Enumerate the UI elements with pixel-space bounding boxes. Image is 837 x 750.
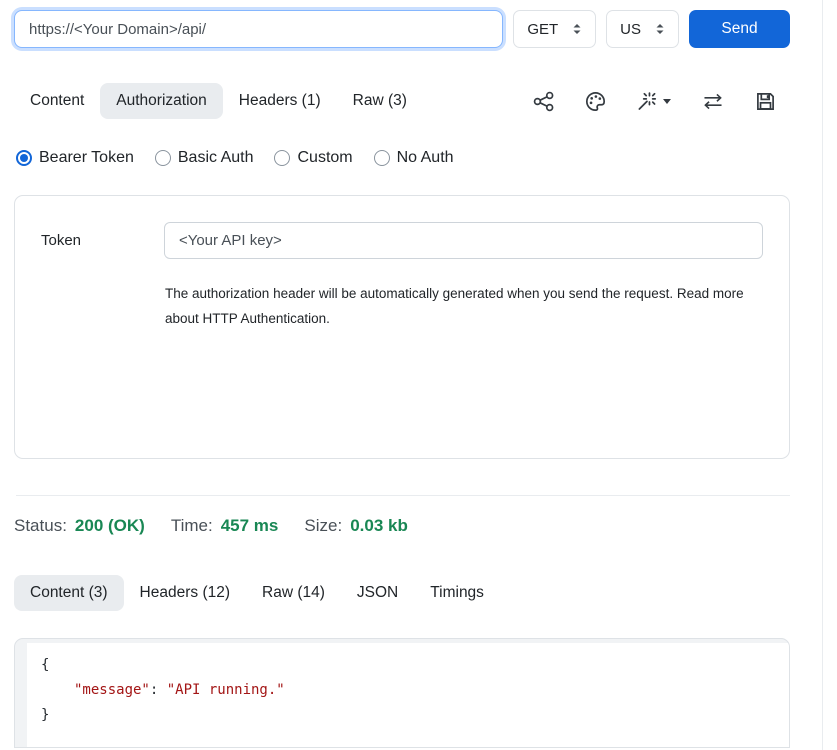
tab-response-timings[interactable]: Timings (414, 575, 500, 611)
time-label: Time: (171, 516, 213, 536)
status-item: Status: 200 (OK) (14, 516, 145, 536)
json-response: { "message": "API running." } (41, 653, 775, 728)
size-item: Size: 0.03 kb (304, 516, 407, 536)
json-key: "message" (74, 682, 150, 698)
tab-content[interactable]: Content (14, 83, 100, 119)
method-select[interactable]: GET (513, 10, 596, 48)
time-item: Time: 457 ms (171, 516, 279, 536)
tab-authorization[interactable]: Authorization (100, 83, 222, 119)
request-tabs: Content Authorization Headers (1) Raw (3… (14, 83, 423, 119)
token-help-text: The authorization header will be automat… (165, 281, 763, 331)
response-status-row: Status: 200 (OK) Time: 457 ms Size: 0.03… (0, 516, 837, 536)
time-value: 457 ms (221, 516, 279, 536)
radio-bearer-token[interactable]: Bearer Token (16, 149, 134, 167)
url-input[interactable] (14, 10, 503, 48)
radio-unselected-icon (374, 150, 390, 166)
json-value: "API running." (167, 682, 285, 698)
toolbar-icons (533, 91, 776, 112)
token-input[interactable] (164, 222, 763, 259)
radio-label: Basic Auth (178, 149, 254, 167)
region-select[interactable]: US (606, 10, 679, 48)
json-colon: : (150, 682, 167, 698)
method-select-value: GET (527, 21, 558, 38)
stepper-arrows-icon (572, 22, 582, 36)
radio-no-auth[interactable]: No Auth (374, 149, 454, 167)
save-icon[interactable] (755, 91, 776, 112)
request-bar: GET US Send (0, 0, 837, 48)
panel-edge-divider (822, 0, 823, 750)
radio-unselected-icon (274, 150, 290, 166)
status-value: 200 (OK) (75, 516, 145, 536)
json-close-brace: } (41, 707, 49, 723)
radio-basic-auth[interactable]: Basic Auth (155, 149, 254, 167)
auth-type-options: Bearer Token Basic Auth Custom No Auth (0, 149, 837, 167)
magic-wand-dropdown-icon[interactable] (637, 91, 671, 112)
status-label: Status: (14, 516, 67, 536)
json-line: "message": "API running." (41, 682, 285, 698)
response-body-block: { "message": "API running." } (14, 638, 790, 748)
region-select-value: US (620, 21, 641, 38)
radio-label: Bearer Token (39, 149, 134, 167)
response-body-code[interactable]: { "message": "API running." } (27, 643, 789, 747)
api-client-page: GET US Send Content Authorization Header… (0, 0, 837, 750)
radio-label: Custom (297, 149, 352, 167)
tab-response-content[interactable]: Content (3) (14, 575, 124, 611)
tab-headers[interactable]: Headers (1) (223, 83, 337, 119)
tab-response-json[interactable]: JSON (341, 575, 414, 611)
stepper-arrows-icon (655, 22, 665, 36)
request-tabs-row: Content Authorization Headers (1) Raw (3… (0, 83, 837, 119)
tab-raw[interactable]: Raw (3) (337, 83, 423, 119)
radio-unselected-icon (155, 150, 171, 166)
tab-response-raw[interactable]: Raw (14) (246, 575, 341, 611)
bearer-token-panel: Token The authorization header will be a… (14, 195, 790, 459)
chevron-down-icon (663, 99, 671, 104)
json-open-brace: { (41, 657, 49, 673)
token-label: Token (41, 232, 164, 249)
radio-selected-icon (16, 150, 32, 166)
radio-custom[interactable]: Custom (274, 149, 352, 167)
response-tabs: Content (3) Headers (12) Raw (14) JSON T… (0, 575, 837, 611)
section-divider (16, 495, 790, 496)
size-label: Size: (304, 516, 342, 536)
radio-label: No Auth (397, 149, 454, 167)
share-icon[interactable] (533, 91, 554, 112)
size-value: 0.03 kb (350, 516, 408, 536)
tab-response-headers[interactable]: Headers (12) (124, 575, 246, 611)
send-button[interactable]: Send (689, 10, 790, 48)
palette-icon[interactable] (585, 91, 606, 112)
swap-arrows-icon[interactable] (702, 91, 724, 112)
token-row: Token (41, 222, 763, 259)
